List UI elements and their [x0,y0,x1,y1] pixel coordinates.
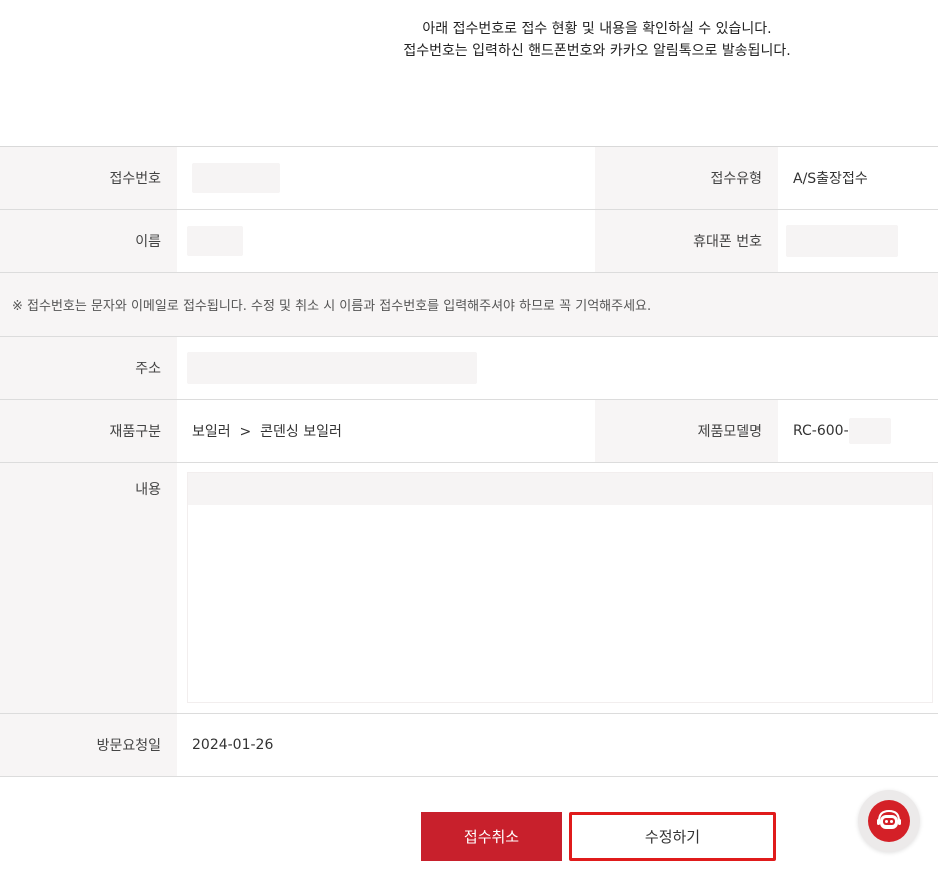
name-cell [177,210,595,272]
model-masked [848,418,891,444]
content-label: 내용 [0,463,177,713]
row-address: 주소 [0,337,938,400]
row-content: 내용 [0,463,938,714]
name-label: 이름 [0,210,177,272]
receipt-no-value [192,163,280,193]
phone-cell [778,210,938,272]
row-receipt: 접수번호 접수유형 A/S출장접수 [0,147,938,210]
row-visit-date: 방문요청일 2024-01-26 [0,714,938,777]
address-value [187,352,477,384]
row-product: 재품구분 보일러 > 콘덴싱 보일러 제품모델명 RC-600- [0,400,938,463]
model-label: 제품모델명 [595,400,778,462]
content-textarea[interactable] [187,472,933,703]
model-cell: RC-600- [778,400,938,462]
category-label: 재품구분 [0,400,177,462]
chatbot-icon [868,800,910,842]
receipt-no-cell [177,147,595,209]
visit-date-label: 방문요청일 [0,714,177,776]
notice-line-1: 아래 접수번호로 접수 현황 및 내용을 확인하실 수 있습니다. [422,21,772,37]
content-cell [177,463,938,713]
notice-line-2: 접수번호는 입력하신 핸드폰번호와 카카오 알림톡으로 발송됩니다. [403,43,791,59]
cancel-receipt-button[interactable]: 접수취소 [421,812,562,861]
phone-label: 휴대폰 번호 [595,210,778,272]
chatbot-button[interactable] [858,790,920,852]
phone-value [786,225,898,257]
notice-text: 아래 접수번호로 접수 현황 및 내용을 확인하실 수 있습니다. 접수번호는 … [0,18,938,62]
visit-date-value: 2024-01-26 [177,714,938,776]
row-name: 이름 휴대폰 번호 [0,210,938,273]
receipt-no-label: 접수번호 [0,147,177,209]
edit-button[interactable]: 수정하기 [569,812,776,861]
address-label: 주소 [0,337,177,399]
model-value: RC-600- [793,423,849,439]
name-value [187,226,243,256]
category-value: 보일러 > 콘덴싱 보일러 [177,400,595,462]
receipt-form: 접수번호 접수유형 A/S출장접수 이름 휴대폰 번호 ※ 접수번호는 문자와 … [0,146,938,777]
receipt-type-label: 접수유형 [595,147,778,209]
receipt-note: ※ 접수번호는 문자와 이메일로 접수됩니다. 수정 및 취소 시 이름과 접수… [0,273,938,337]
receipt-type-value: A/S출장접수 [778,147,938,209]
address-cell [177,337,938,399]
